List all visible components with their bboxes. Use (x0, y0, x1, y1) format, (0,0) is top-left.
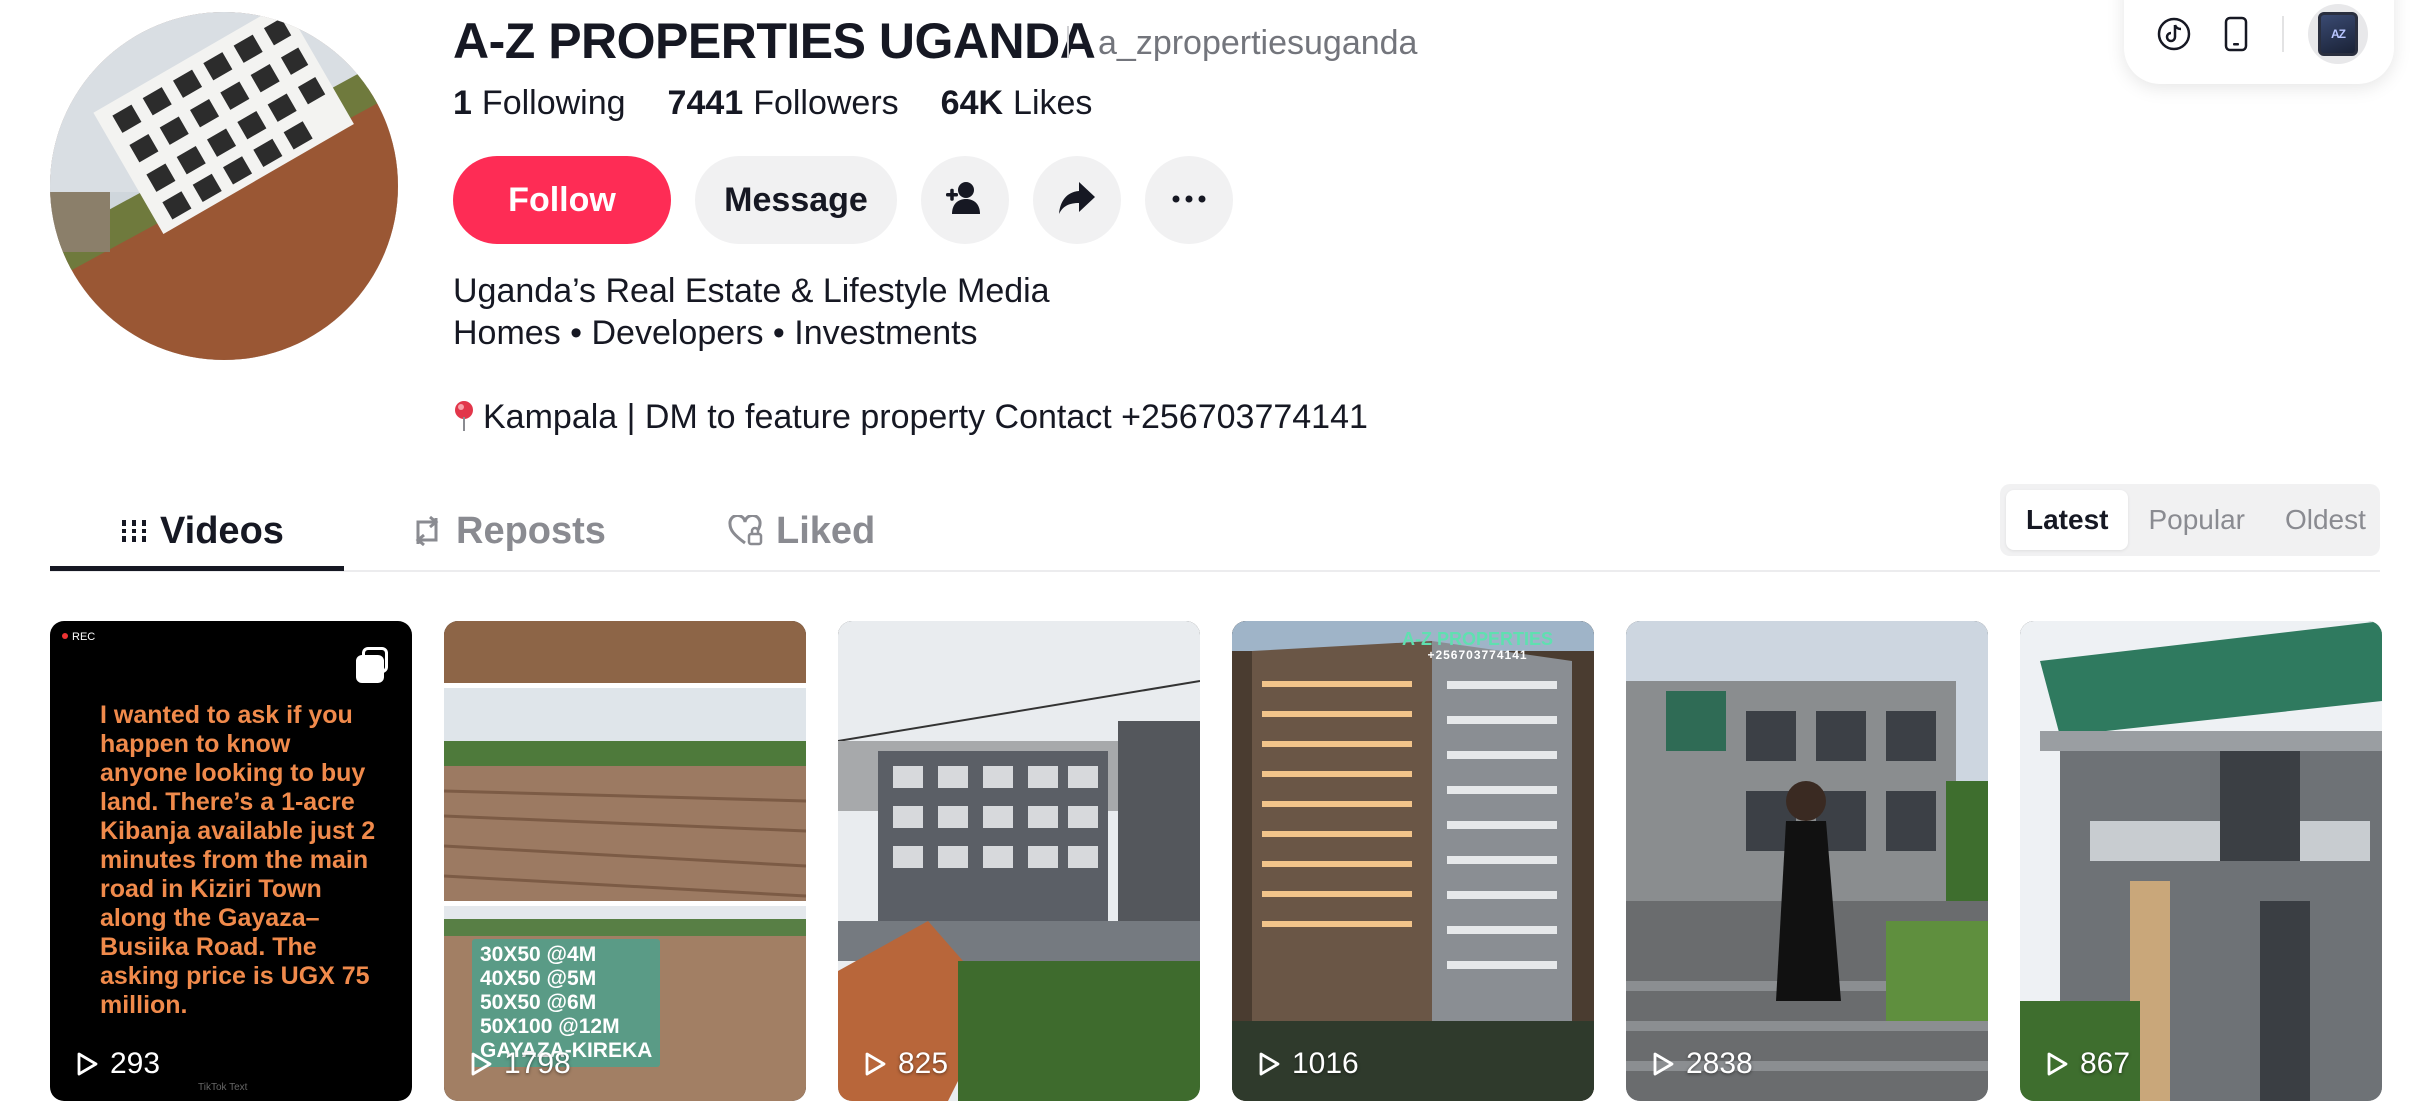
name-divider (1067, 26, 1069, 58)
video-thumbnail (1626, 621, 1988, 1101)
view-count: 1798 (470, 1047, 571, 1081)
more-icon (1171, 191, 1207, 209)
view-count: 293 (76, 1047, 160, 1081)
play-icon (470, 1052, 492, 1076)
play-icon (1652, 1052, 1674, 1076)
heart-lock-icon (728, 515, 764, 547)
share-icon (1057, 180, 1097, 221)
play-icon (76, 1052, 98, 1076)
video-card[interactable]: 867 (2020, 621, 2382, 1101)
likes-label: Likes (1013, 84, 1093, 122)
tab-liked[interactable]: Liked (728, 490, 875, 572)
video-card[interactable]: 2838 (1626, 621, 1988, 1101)
video-grid: REC I wanted to ask if you happen to kno… (50, 621, 2382, 1101)
view-count-value: 825 (898, 1047, 949, 1080)
following-count: 1 (453, 84, 472, 122)
view-count-value: 1798 (504, 1047, 571, 1080)
videos-grid-icon (120, 516, 148, 546)
copy-icon (356, 647, 388, 683)
play-icon (864, 1052, 886, 1076)
view-count: 2838 (1652, 1047, 1753, 1081)
add-person-icon (944, 180, 986, 221)
likes-count: 64K (940, 84, 1004, 122)
video-card[interactable]: REC I wanted to ask if you happen to kno… (50, 621, 412, 1101)
view-count: 1016 (1258, 1047, 1359, 1081)
likes-stat: 64K Likes (941, 84, 1093, 123)
price-line: 30X50 @4M (480, 943, 597, 966)
video-thumbnail (2020, 621, 2382, 1101)
more-options-button[interactable] (1145, 156, 1233, 244)
sort-oldest[interactable]: Oldest (2265, 490, 2386, 550)
price-line: 50X100 @12M (480, 1015, 620, 1038)
profile-bio: Uganda’s Real Estate & Lifestyle Media H… (453, 270, 1368, 442)
profile-stats: 1 Following 7441 Followers 64K Likes (453, 84, 1134, 123)
followers-count: 7441 (667, 84, 744, 122)
price-line: 50X50 @6M (480, 991, 597, 1014)
video-overlay-text: I wanted to ask if you happen to know an… (100, 701, 376, 1019)
view-count-value: 293 (110, 1047, 161, 1080)
top-toolbar: AZ (2124, 0, 2394, 84)
repost-icon (410, 514, 444, 548)
toolbar-divider (2282, 16, 2284, 52)
message-button[interactable]: Message (695, 156, 897, 244)
view-count: 867 (2046, 1047, 2130, 1081)
follow-button[interactable]: Follow (453, 156, 671, 244)
add-friend-button[interactable] (921, 156, 1009, 244)
view-count: 825 (864, 1047, 948, 1081)
sort-selector: Latest Popular Oldest (2000, 484, 2380, 556)
bio-line-2: Homes • Developers • Investments (453, 314, 978, 352)
followers-stat[interactable]: 7441 Followers (668, 84, 899, 123)
tab-reposts-label: Reposts (456, 509, 606, 552)
brand-title: A-Z PROPERTIES (1402, 629, 1554, 649)
share-button[interactable] (1033, 156, 1121, 244)
followers-label: Followers (753, 84, 899, 122)
active-tab-indicator (50, 566, 344, 571)
play-icon (1258, 1052, 1280, 1076)
video-card[interactable]: 825 (838, 621, 1200, 1101)
view-count-value: 1016 (1292, 1047, 1359, 1080)
user-avatar[interactable]: AZ (2308, 4, 2368, 64)
view-count-value: 867 (2080, 1047, 2131, 1080)
bio-location-text: Kampala | DM to feature property Contact… (483, 398, 1368, 436)
tiktok-icon[interactable] (2154, 14, 2194, 54)
video-card[interactable]: A-Z PROPERTIES +256703774141 1016 (1232, 621, 1594, 1101)
brand-phone: +256703774141 (1427, 648, 1528, 662)
tab-reposts[interactable]: Reposts (410, 490, 606, 572)
profile-handle: a_zpropertiesuganda (1098, 24, 1418, 62)
video-card[interactable]: 30X50 @4M 40X50 @5M 50X50 @6M 50X100 @12… (444, 621, 806, 1101)
video-watermark: TikTok Text (198, 1082, 248, 1093)
price-line: 40X50 @5M (480, 967, 597, 990)
user-avatar-label: AZ (2318, 12, 2358, 56)
pin-icon (453, 400, 475, 442)
tab-videos-label: Videos (160, 509, 284, 552)
video-thumbnail (838, 621, 1200, 1101)
profile-avatar (50, 12, 398, 360)
bio-location: Kampala | DM to feature property Contact… (453, 396, 1368, 442)
profile-actions: Follow Message (453, 156, 1233, 244)
following-stat[interactable]: 1 Following (453, 84, 626, 123)
profile-name: A-Z PROPERTIES UGANDA (453, 13, 1096, 69)
bio-line-1: Uganda’s Real Estate & Lifestyle Media (453, 272, 1050, 310)
tab-videos[interactable]: Videos (120, 490, 284, 572)
brand-watermark: A-Z PROPERTIES +256703774141 (1402, 629, 1554, 663)
following-label: Following (481, 84, 626, 122)
tab-liked-label: Liked (776, 509, 876, 552)
mobile-icon[interactable] (2216, 14, 2256, 54)
view-count-value: 2838 (1686, 1047, 1753, 1080)
play-icon (2046, 1052, 2068, 1076)
rec-indicator: REC (62, 631, 95, 643)
video-thumbnail (1232, 621, 1594, 1101)
sort-popular[interactable]: Popular (2128, 490, 2265, 550)
sort-latest[interactable]: Latest (2006, 490, 2129, 550)
